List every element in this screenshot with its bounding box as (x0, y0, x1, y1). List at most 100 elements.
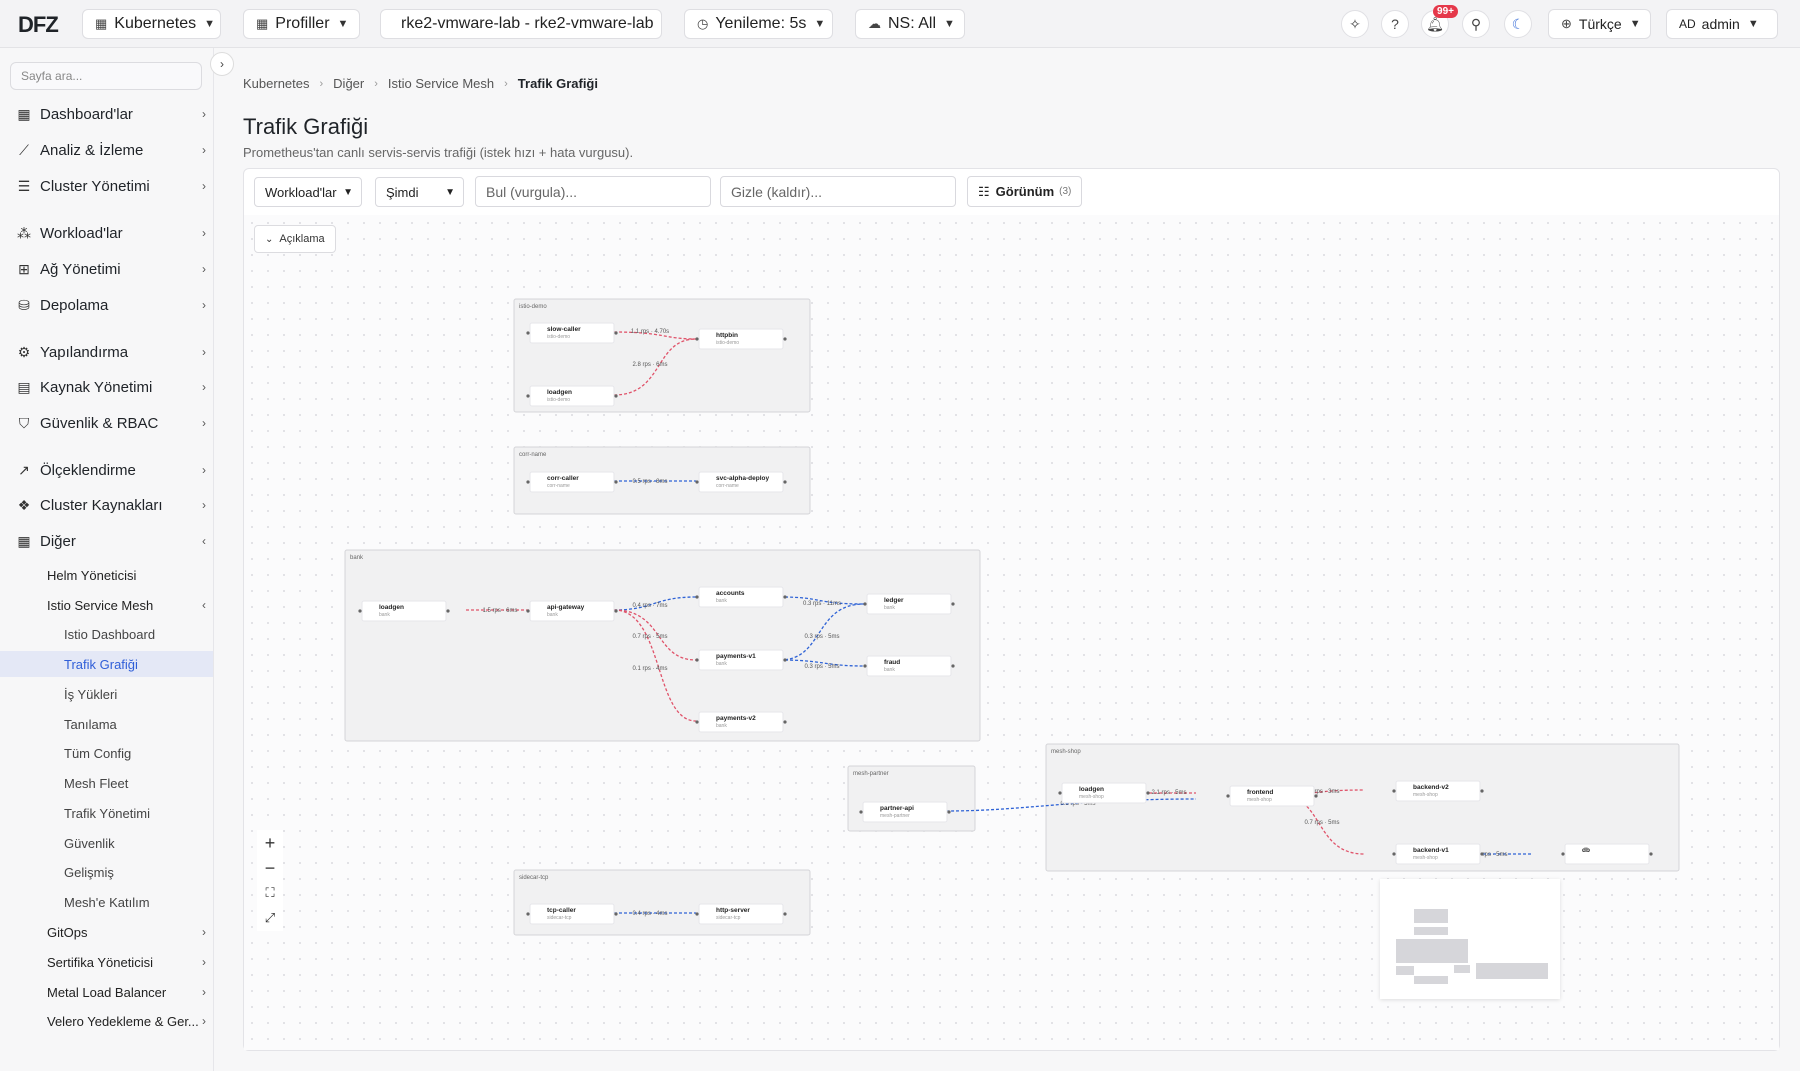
namespace-select[interactable]: ☁ NS: All ▼ (855, 9, 965, 39)
time-select[interactable]: Şimdi ▼ (375, 177, 464, 207)
node-handle[interactable] (951, 664, 955, 668)
pin-icon[interactable]: ⚲ (1462, 10, 1490, 38)
help-icon[interactable]: ? (1381, 10, 1409, 38)
sidebar-item-workloads-istio[interactable]: İş Yükleri (64, 681, 212, 707)
app-logo[interactable]: DFZ (18, 12, 59, 38)
node-handle[interactable] (695, 595, 699, 599)
graph-node[interactable]: db (1561, 843, 1653, 865)
node-handle[interactable] (1226, 794, 1230, 798)
node-handle[interactable] (695, 912, 699, 916)
view-button[interactable]: ☷ Görünüm (3) (967, 176, 1082, 207)
node-handle[interactable] (859, 810, 863, 814)
profiles-select[interactable]: ▦ Profiller ▼ (243, 9, 360, 39)
sidebar-item-configuration[interactable]: ⚙ Yapılandırma › (16, 338, 212, 366)
breadcrumb-item[interactable]: Diğer (333, 76, 364, 91)
node-handle[interactable] (695, 658, 699, 662)
graph-node[interactable]: api-gatewaybank (526, 600, 618, 622)
sidebar-item-all-config[interactable]: Tüm Config (64, 740, 212, 766)
cluster-type-select[interactable]: ▦ Kubernetes ▼ (82, 9, 221, 39)
graph-node[interactable]: loadgenbank (358, 600, 450, 622)
node-handle[interactable] (1058, 791, 1062, 795)
graph-node[interactable]: http-serversidecar-tcp (695, 903, 787, 925)
graph-node[interactable]: fraudbank (863, 655, 955, 677)
graph-node[interactable]: httpbinistio-demo (695, 328, 787, 350)
sidebar-item-istio-security[interactable]: Güvenlik (64, 830, 212, 856)
node-handle[interactable] (695, 720, 699, 724)
sparkle-icon[interactable]: ✧ (1341, 10, 1369, 38)
sidebar-item-diagnostics[interactable]: Tanılama (64, 711, 212, 737)
sidebar-item-scaling[interactable]: ↗ Ölçeklendirme › (16, 456, 212, 484)
sidebar-item-istio-dashboard[interactable]: Istio Dashboard (64, 621, 212, 647)
sidebar-item-analysis[interactable]: ⟋ Analiz & İzleme › (16, 136, 212, 164)
sidebar-item-resource-management[interactable]: ▤ Kaynak Yönetimi › (16, 373, 212, 401)
node-handle[interactable] (783, 720, 787, 724)
sidebar-item-other[interactable]: ▦ Diğer ‹ (16, 527, 212, 555)
zoom-in-button[interactable]: + (257, 830, 283, 856)
graph-node[interactable]: partner-apimesh-partner (859, 801, 951, 823)
node-handle[interactable] (783, 337, 787, 341)
node-handle[interactable] (526, 912, 530, 916)
node-handle[interactable] (1649, 852, 1653, 856)
node-handle[interactable] (863, 602, 867, 606)
sidebar-item-mesh-onboarding[interactable]: Mesh'e Katılım (64, 889, 212, 915)
expand-icon[interactable]: ⤢ (257, 905, 283, 931)
node-handle[interactable] (951, 602, 955, 606)
fit-view-button[interactable]: ⛶ (257, 880, 283, 906)
graph-node[interactable]: backend-v2mesh-shop (1392, 780, 1484, 802)
sidebar-item-mesh-fleet[interactable]: Mesh Fleet (64, 770, 212, 796)
sidebar-item-metallb[interactable]: Metal Load Balancer › (47, 979, 212, 1005)
sidebar-item-cert-manager[interactable]: Sertifika Yöneticisi › (47, 949, 212, 975)
node-handle[interactable] (526, 394, 530, 398)
sidebar-item-dashboards[interactable]: ▦ Dashboard'lar › (16, 100, 212, 128)
graph-node[interactable]: corr-callercorr-name (526, 471, 618, 493)
node-handle[interactable] (947, 810, 951, 814)
sidebar-item-velero[interactable]: Velero Yedekleme & Ger... › (47, 1008, 212, 1034)
node-handle[interactable] (526, 331, 530, 335)
language-select[interactable]: ⊕ Türkçe ▼ (1548, 9, 1651, 39)
graph-node[interactable]: payments-v1bank (695, 649, 787, 671)
sidebar-item-network[interactable]: ⊞ Ağ Yönetimi › (16, 255, 212, 283)
graph-canvas[interactable]: ⌄ Açıklama istio-demo corr-name bank mesh… (244, 215, 1779, 1050)
breadcrumb-item[interactable]: Kubernetes (243, 76, 310, 91)
sidebar-item-workloads[interactable]: ⁂ Workload'lar › (16, 219, 212, 247)
node-handle[interactable] (526, 480, 530, 484)
graph-node[interactable]: loadgenmesh-shop (1058, 782, 1150, 804)
node-handle[interactable] (1480, 789, 1484, 793)
sidebar-item-security[interactable]: ⛉ Güvenlik & RBAC › (16, 409, 212, 437)
graph-node[interactable]: loadgenistio-demo (526, 385, 618, 407)
node-handle[interactable] (783, 658, 787, 662)
node-handle[interactable] (1392, 852, 1396, 856)
node-handle[interactable] (1480, 852, 1484, 856)
node-handle[interactable] (863, 664, 867, 668)
refresh-select[interactable]: ◷ Yenileme: 5s ▼ (684, 9, 833, 39)
sidebar-item-helm[interactable]: Helm Yöneticisi (47, 562, 212, 588)
node-handle[interactable] (614, 609, 618, 613)
sidebar-item-istio[interactable]: Istio Service Mesh ‹ (47, 592, 212, 618)
graph-node[interactable]: backend-v1mesh-shop (1392, 843, 1484, 865)
minimap[interactable] (1380, 879, 1560, 999)
sidebar-item-traffic-graph[interactable]: Trafik Grafiği (0, 651, 213, 677)
node-handle[interactable] (783, 480, 787, 484)
cluster-selector[interactable]: rke2-vmware-lab - rke2-vmware-lab (380, 9, 662, 39)
node-handle[interactable] (695, 337, 699, 341)
graph-type-select[interactable]: Workload'lar ▼ (254, 177, 362, 207)
sidebar-collapse-button[interactable]: › (210, 52, 234, 76)
graph-node[interactable]: svc-alpha-deploycorr-name (695, 471, 787, 493)
moon-icon[interactable]: ☾ (1504, 10, 1532, 38)
node-handle[interactable] (1146, 791, 1150, 795)
zoom-out-button[interactable]: − (257, 855, 283, 881)
sidebar-item-storage[interactable]: ⛁ Depolama › (16, 291, 212, 319)
graph-node[interactable]: tcp-callersidecar-tcp (526, 903, 618, 925)
node-handle[interactable] (446, 609, 450, 613)
node-handle[interactable] (783, 595, 787, 599)
user-menu[interactable]: AD admin ▼ (1666, 9, 1778, 39)
find-input[interactable]: Bul (vurgula)... (475, 176, 711, 207)
node-handle[interactable] (1392, 789, 1396, 793)
node-handle[interactable] (1314, 794, 1318, 798)
node-handle[interactable] (614, 480, 618, 484)
graph-node[interactable]: slow-calleristio-demo (526, 322, 618, 344)
node-handle[interactable] (614, 394, 618, 398)
sidebar-search-input[interactable]: Sayfa ara... (10, 62, 202, 90)
sidebar-item-gitops[interactable]: GitOps › (47, 919, 212, 945)
hide-input[interactable]: Gizle (kaldır)... (720, 176, 956, 207)
